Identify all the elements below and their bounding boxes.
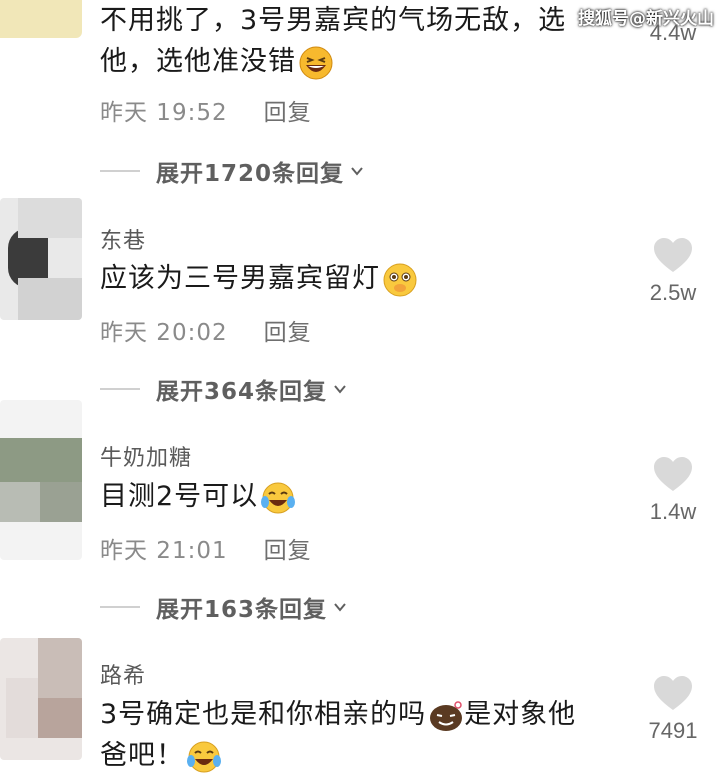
reply-button[interactable]: 回复 — [264, 313, 312, 347]
divider-line — [100, 388, 140, 390]
expand-replies-button[interactable]: 展开163条回复 — [100, 590, 347, 624]
chevron-down-icon — [334, 603, 346, 612]
like-count: 4.4w — [649, 20, 697, 45]
like-area: 4.4w — [638, 20, 708, 46]
comment-time: 昨天 19:52 — [100, 100, 228, 126]
chevron-down-icon — [351, 167, 363, 176]
heart-icon[interactable] — [653, 238, 693, 274]
expand-replies-label: 展开364条回复 — [156, 379, 328, 405]
comment-time: 昨天 20:02 — [100, 320, 228, 346]
comment-author[interactable]: 东巷 — [100, 223, 146, 255]
heart-icon[interactable] — [653, 457, 693, 493]
divider-line — [100, 606, 140, 608]
like-count: 7491 — [648, 718, 698, 743]
comment-meta: 昨天 20:02 回复 — [100, 313, 312, 347]
expand-replies-button[interactable]: 展开364条回复 — [100, 372, 347, 406]
heart-icon[interactable] — [653, 676, 693, 712]
expand-replies-label: 展开163条回复 — [156, 597, 328, 623]
smirk-bean-emoji-icon — [430, 700, 463, 731]
comment-text-part: 目测2号可以 — [100, 481, 259, 512]
comment-time: 昨天 21:01 — [100, 538, 228, 564]
comment-text-part: 他，选他准没错 — [100, 46, 296, 77]
like-count: 2.5w — [649, 280, 697, 305]
comment-text-line: 3号确定也是和你相亲的吗 是对象他 — [100, 694, 640, 735]
laughing-emoji-icon — [299, 46, 333, 79]
like-count: 1.4w — [649, 499, 697, 524]
comment-text: 目测2号可以 — [100, 476, 296, 517]
reply-button[interactable]: 回复 — [264, 531, 312, 565]
comment-author[interactable]: 路希 — [100, 658, 146, 690]
comment-text-part: 是对象他 — [464, 699, 577, 730]
avatar[interactable] — [0, 0, 82, 38]
avatar[interactable] — [0, 198, 82, 320]
comment-text-line: 不用挑了，3号男嘉宾的气场无敌，选 — [100, 5, 567, 36]
comment-text-part: 应该为三号男嘉宾留灯 — [100, 263, 380, 294]
comment-text: 应该为三号男嘉宾留灯 — [100, 258, 418, 299]
tears-of-joy-emoji-icon — [261, 482, 296, 513]
expand-replies-button[interactable]: 展开1720条回复 — [100, 154, 364, 188]
comment-text-line: 他，选他准没错 — [100, 41, 620, 82]
expand-replies-label: 展开1720条回复 — [156, 161, 345, 187]
divider-line — [100, 170, 140, 172]
avatar[interactable] — [0, 638, 82, 760]
like-area: 2.5w — [638, 238, 708, 306]
tears-of-joy-emoji-icon — [187, 741, 221, 772]
comment-text: 不用挑了，3号男嘉宾的气场无敌，选 他，选他准没错 — [100, 0, 620, 82]
avatar[interactable] — [0, 400, 82, 560]
comment-list: 搜狐号@新兴火山 不用挑了，3号男嘉宾的气场无敌，选 他，选他准没错 4.4w … — [0, 0, 726, 773]
comment-author[interactable]: 牛奶加糖 — [100, 440, 192, 472]
comment-meta: 昨天 21:01 回复 — [100, 531, 312, 565]
comment-text-part: 3号确定也是和你相亲的吗 — [100, 699, 427, 730]
chevron-down-icon — [334, 385, 346, 394]
pleading-emoji-icon — [383, 263, 417, 296]
comment-text-part: 爸吧！ — [100, 740, 184, 771]
comment-text-line: 爸吧！ — [100, 735, 640, 773]
like-area: 7491 — [638, 676, 708, 744]
reply-button[interactable]: 回复 — [264, 93, 312, 127]
comment-text: 3号确定也是和你相亲的吗 是对象他 爸吧！ — [100, 694, 640, 773]
comment-meta: 昨天 19:52 回复 — [100, 93, 312, 127]
like-area: 1.4w — [638, 457, 708, 525]
